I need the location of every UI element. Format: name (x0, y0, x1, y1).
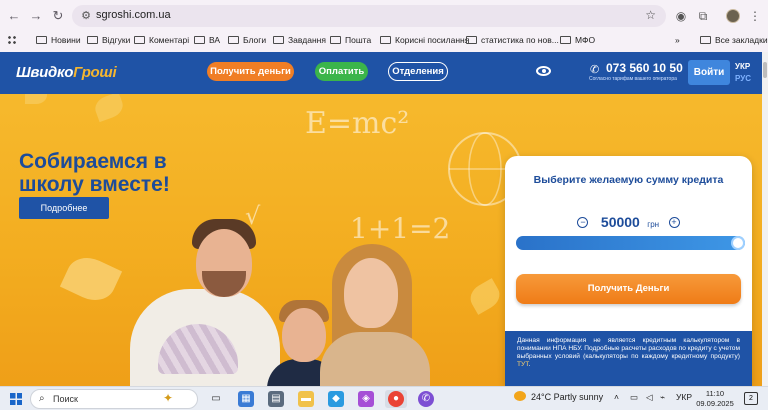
profile-avatar[interactable] (726, 9, 740, 23)
notification-icon[interactable]: 2 (744, 392, 758, 405)
bookmark-item[interactable]: Новини (36, 33, 81, 48)
folder-icon (560, 36, 571, 44)
phone-number[interactable]: 073 560 10 50 (606, 61, 683, 75)
phone-icon: ✆ (590, 64, 600, 76)
calculator-app-icon[interactable]: ▤ (268, 391, 284, 407)
hero-banner: E=mc² 1+1=2 √ Собираемся в школу вместе!… (0, 94, 762, 386)
site-header: ШвидкоГроші Получить деньги Оплатить Отд… (0, 52, 762, 94)
chrome-icon[interactable]: ● (388, 391, 404, 407)
folder-icon (194, 36, 205, 44)
folder-icon (466, 36, 477, 44)
folder-icon (87, 36, 98, 44)
address-row: ← → ↻ ⚙ sgroshi.com.ua ☆ ◉ ⧉ ⋮ (0, 4, 768, 28)
minus-button[interactable]: − (577, 217, 589, 228)
bookmark-item[interactable]: Блоги (228, 33, 266, 48)
hero-title: Собираемся в школу вместе! (19, 150, 170, 196)
branches-nav-button[interactable]: Отделения (388, 62, 448, 81)
disclaimer-box: Данная информация не является кредитным … (505, 331, 752, 386)
bookmark-star-icon[interactable]: ☆ (645, 8, 656, 22)
calculator-title: Выберите желаемую сумму кредита (533, 174, 724, 186)
battery-icon[interactable]: ▭ (630, 392, 638, 403)
search-icon: ⌕ (39, 393, 45, 404)
phone-note: Согласно тарифам вашего оператора (589, 76, 677, 82)
lang-rus-link[interactable]: РУС (735, 74, 751, 83)
address-bar[interactable]: ⚙ sgroshi.com.ua ☆ (72, 5, 666, 27)
folder-icon (134, 36, 145, 44)
network-icon[interactable]: ⌁ (660, 392, 665, 403)
more-bookmarks-button[interactable]: » (675, 33, 680, 48)
taskbar-search[interactable]: ⌕ Поиск ✦ (30, 389, 198, 409)
folder-icon (380, 36, 391, 44)
get-money-nav-button[interactable]: Получить деньги (207, 62, 294, 81)
get-money-button[interactable]: Получить Деньги (516, 274, 741, 304)
folder-icon (36, 36, 47, 44)
autumn-leaf (465, 278, 505, 315)
bookmark-item[interactable]: МФО (560, 33, 595, 48)
folder-icon (273, 36, 284, 44)
amount-value: 50000 (600, 214, 640, 230)
search-placeholder: Поиск (53, 394, 78, 404)
slider-knob[interactable] (733, 238, 743, 248)
plus-button[interactable]: + (668, 217, 680, 228)
taskbar: ⌕ Поиск ✦ ▭ ▦ ▤ ▬ ◆ ◈ ● ✆ 24°C Partly su… (0, 386, 768, 410)
store-icon[interactable]: ▦ (238, 391, 254, 407)
autumn-leaf (92, 94, 126, 123)
url-text: sgroshi.com.ua (96, 9, 171, 21)
menu-dots-icon[interactable]: ⋮ (746, 7, 764, 25)
bookmark-item[interactable]: Пошта (330, 33, 371, 48)
loan-calculator: Выберите желаемую сумму кредита − 50000 … (505, 156, 752, 386)
bookmark-item[interactable]: Корисні посилання (380, 33, 469, 48)
site-logo[interactable]: ШвидкоГроші (16, 64, 117, 81)
bookmark-item[interactable]: Завдання (273, 33, 326, 48)
bookmarks-bar: Новини Відгуки Коментарі ВА Блоги Завдан… (0, 30, 768, 50)
autumn-leaf (59, 250, 123, 308)
cloud-app-icon[interactable]: ◆ (328, 391, 344, 407)
formula-text: 1+1=2 (350, 212, 451, 245)
task-view-icon[interactable]: ▭ (208, 391, 224, 407)
language-indicator[interactable]: УКР (676, 392, 692, 402)
site-info-icon[interactable]: ⚙ (78, 8, 94, 24)
disclaimer-link[interactable]: ТУТ (517, 361, 529, 368)
extensions-icon[interactable]: ⧉ (694, 7, 712, 25)
folder-icon (700, 36, 711, 44)
folder-icon (228, 36, 239, 44)
all-bookmarks-button[interactable]: Все закладки (700, 33, 768, 48)
autumn-leaf (25, 94, 47, 104)
folder-icon (330, 36, 341, 44)
back-icon[interactable]: ← (4, 6, 24, 26)
pay-nav-button[interactable]: Оплатить (315, 62, 368, 81)
search-highlight-icon: ✦ (163, 391, 174, 405)
weather-widget[interactable]: 24°C Partly sunny (514, 391, 603, 402)
login-button[interactable]: Войти (688, 60, 730, 85)
currency-label: грн (647, 220, 660, 229)
windows-start-icon[interactable] (10, 393, 22, 405)
file-explorer-icon[interactable]: ▬ (298, 391, 314, 407)
copilot-icon[interactable]: ◈ (358, 391, 374, 407)
camera-icon[interactable]: ◉ (672, 7, 690, 25)
bookmark-item[interactable]: Відгуки (87, 33, 130, 48)
bookmark-item[interactable]: статистика по нов... (466, 33, 559, 48)
scroll-thumb[interactable] (763, 62, 767, 78)
accessibility-eye-icon[interactable] (536, 66, 551, 76)
volume-icon[interactable]: ◁ (646, 392, 653, 403)
system-clock[interactable]: 11:10 09.09.2025 (696, 389, 734, 409)
amount-row: − 50000 грн + (505, 214, 752, 232)
reload-icon[interactable]: ↻ (48, 6, 68, 26)
forward-icon[interactable]: → (26, 6, 46, 26)
browser-chrome: ← → ↻ ⚙ sgroshi.com.ua ☆ ◉ ⧉ ⋮ Новини Ві… (0, 0, 768, 52)
formula-text: E=mc² (305, 106, 410, 141)
tray-chevron-icon[interactable]: ˄ (614, 392, 619, 402)
page-scrollbar[interactable] (762, 52, 768, 386)
weather-icon (514, 391, 526, 401)
bookmark-item[interactable]: Коментарі (134, 33, 189, 48)
bookmark-item[interactable]: ВА (194, 33, 220, 48)
lang-ukr-link[interactable]: УКР (735, 62, 750, 71)
more-details-button[interactable]: Подробнее (19, 197, 109, 219)
amount-slider[interactable] (516, 236, 745, 250)
viber-icon[interactable]: ✆ (418, 391, 434, 407)
